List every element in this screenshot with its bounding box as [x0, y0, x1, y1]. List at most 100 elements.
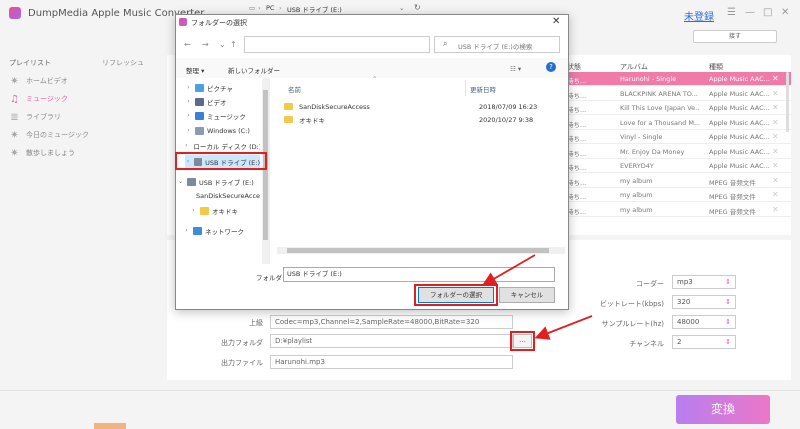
breadcrumb-pc[interactable]: PC [266, 4, 274, 12]
network-icon [193, 226, 202, 235]
table-row[interactable]: 待ち... Vinyl - Single Apple Music AAC... [560, 130, 791, 144]
remove-row-icon[interactable]: ✕ [772, 89, 779, 98]
search-placeholder: USB ドライブ (E:)の検索 [458, 43, 533, 51]
sidebar-item-walk[interactable]: ✷ 散歩しましょう [9, 146, 75, 160]
maximize-icon[interactable]: □ [763, 7, 772, 18]
table-row[interactable]: 待ち... my album MPEG 音频文件 [560, 174, 791, 188]
row-status: 待ち... [567, 77, 587, 85]
track-table-scrollbar[interactable] [786, 72, 789, 132]
remove-row-icon[interactable]: ✕ [772, 118, 779, 127]
table-row[interactable]: 待ち... BLACKPINK ARENA TO... Apple Music AA… [560, 87, 791, 101]
tree-item[interactable]: › オキドキ [190, 204, 260, 217]
output-folder-field[interactable]: D:¥playlist [270, 334, 513, 348]
refresh-button[interactable]: リフレッシュ [102, 58, 144, 68]
close-icon[interactable]: ✕ [781, 7, 789, 18]
remove-row-icon[interactable]: ✕ [772, 190, 779, 199]
column-header-kind[interactable]: 種類 [709, 62, 723, 72]
folder-field[interactable]: USB ドライブ (E:) [283, 267, 555, 282]
table-row[interactable]: 待ち... EVERYD4Y Apple Music AAC... [560, 159, 791, 173]
advanced-field[interactable]: Codec=mp3,Channel=2,SampleRate=48000,Bit… [270, 315, 513, 329]
table-row[interactable]: 待ち... Harunohi - Single Apple Music AAC... [560, 72, 791, 86]
remove-row-icon[interactable]: ✕ [772, 74, 779, 83]
sidebar-item-library[interactable]: ≣ ライブラリ [9, 110, 61, 124]
tree-item[interactable]: ⌄ USB ドライブ (E:) [177, 175, 260, 188]
breadcrumb-separator: › [258, 4, 261, 12]
folder-icon [200, 206, 209, 215]
remove-row-icon[interactable]: ✕ [772, 161, 779, 170]
column-header-name[interactable]: 名前 [288, 84, 301, 94]
tree-expander-icon[interactable]: ⌄ [177, 178, 184, 185]
row-album: my album [620, 191, 653, 199]
table-row[interactable]: 待ち... my album MPEG 音频文件 [560, 203, 791, 217]
remove-row-icon[interactable]: ✕ [772, 132, 779, 141]
row-status: 待ち... [567, 193, 587, 201]
new-folder-button[interactable]: 新しいフォルダー [228, 65, 280, 75]
organize-button[interactable]: 整理 ▾ [186, 65, 204, 75]
remove-row-icon[interactable]: ✕ [772, 176, 779, 185]
back-icon[interactable]: ← [184, 40, 191, 49]
remove-row-icon[interactable]: ✕ [772, 103, 779, 112]
drive-icon [195, 126, 204, 135]
forward-icon[interactable]: → [202, 40, 209, 49]
tree-expander-icon[interactable]: › [190, 207, 197, 214]
samplerate-select[interactable]: 48000 ⇕ [672, 315, 736, 329]
highlight-select-folder [414, 284, 498, 306]
gear-icon: ✷ [10, 75, 19, 87]
channel-select[interactable]: 2 ⇕ [672, 335, 736, 349]
table-row[interactable]: 待ち... Love for a Thousand M... Apple Music… [560, 116, 791, 130]
remove-row-icon[interactable]: ✕ [772, 205, 779, 214]
tree-item[interactable]: › ミュージック [185, 109, 260, 122]
dialog-close-icon[interactable]: ✕ [552, 16, 560, 27]
connect-button[interactable]: 接す [693, 30, 777, 43]
row-status: 待ち... [567, 135, 587, 143]
minimize-icon[interactable]: — [745, 7, 755, 18]
tree-item[interactable]: › ビデオ [185, 95, 260, 108]
cancel-button[interactable]: キャンセル [499, 287, 555, 303]
output-file-field[interactable]: Harunohi.mp3 [270, 355, 513, 369]
tree-item-label: ミュージック [207, 112, 246, 121]
tree-expander-icon[interactable]: › [185, 127, 192, 134]
tree-expander-icon[interactable]: › [185, 98, 192, 105]
table-row[interactable]: 待ち... my album MPEG 音频文件 [560, 188, 791, 202]
table-row[interactable]: 待ち... Kill This Love (Japan Ve... Apple Mu… [560, 101, 791, 115]
recent-dropdown-icon[interactable]: ⌄ [219, 40, 226, 49]
tree-expander-icon[interactable]: › [183, 227, 190, 234]
bitrate-select[interactable]: 320 ⇕ [672, 295, 736, 309]
footer-tab[interactable] [94, 423, 126, 429]
file-name: オキドキ [299, 116, 325, 125]
row-status: 待ち... [567, 106, 587, 114]
file-list-hscrollbar-thumb[interactable] [287, 248, 549, 253]
column-header-modified[interactable]: 更新日時 [470, 84, 496, 94]
sidebar-item-home-video[interactable]: ✷ ホームビデオ [9, 74, 68, 88]
register-link[interactable]: 未登録 [684, 8, 714, 23]
app-logo-icon [9, 7, 21, 19]
list-item[interactable]: オキドキ 2020/10/27 9:38 [284, 113, 560, 126]
remove-row-icon[interactable]: ✕ [772, 147, 779, 156]
column-header-status[interactable]: 状態 [567, 62, 581, 72]
tree-expander-icon[interactable]: › [185, 84, 192, 91]
sidebar-item-music[interactable]: ♫ ミュージック [9, 92, 68, 106]
convert-button[interactable]: 変換 [676, 395, 770, 424]
list-item[interactable]: SanDiskSecureAccess 2018/07/09 16:23 [284, 100, 560, 113]
column-header-album[interactable]: アルバム [620, 62, 648, 72]
tree-item-label: USB ドライブ (E:) [199, 178, 254, 187]
menu-icon[interactable]: ☰ [727, 7, 736, 18]
breadcrumb-usb-drive[interactable]: USB ドライブ (E:) [287, 4, 342, 14]
refresh-icon[interactable]: ↻ [414, 3, 421, 12]
tree-item[interactable]: › Windows (C:) [185, 124, 260, 137]
help-icon[interactable]: ? [546, 62, 556, 72]
tree-expander-icon[interactable]: › [185, 112, 192, 119]
table-row[interactable]: 待ち... Mr. Enjoy Da Money Apple Music AAC..… [560, 145, 791, 159]
tree-item[interactable]: › ネットワーク [183, 224, 260, 237]
folder-icon [284, 103, 293, 110]
sidebar-item-today-music[interactable]: ✷ 今日のミュージック [9, 128, 89, 142]
tree-item[interactable]: › ローカル ディスク (D:) [185, 139, 260, 152]
tree-expander-icon[interactable]: › [185, 142, 187, 149]
codec-select[interactable]: mp3 ⇕ [672, 275, 736, 289]
tree-item[interactable]: SanDiskSecureAccess [190, 189, 260, 202]
address-bar[interactable] [244, 36, 430, 53]
address-dropdown-icon[interactable]: ⌄ [399, 4, 404, 12]
up-folder-icon[interactable]: ↑ [230, 40, 237, 49]
view-options-icon[interactable]: ☷ ▾ [510, 65, 521, 73]
tree-item[interactable]: › ピクチャ [185, 81, 260, 94]
